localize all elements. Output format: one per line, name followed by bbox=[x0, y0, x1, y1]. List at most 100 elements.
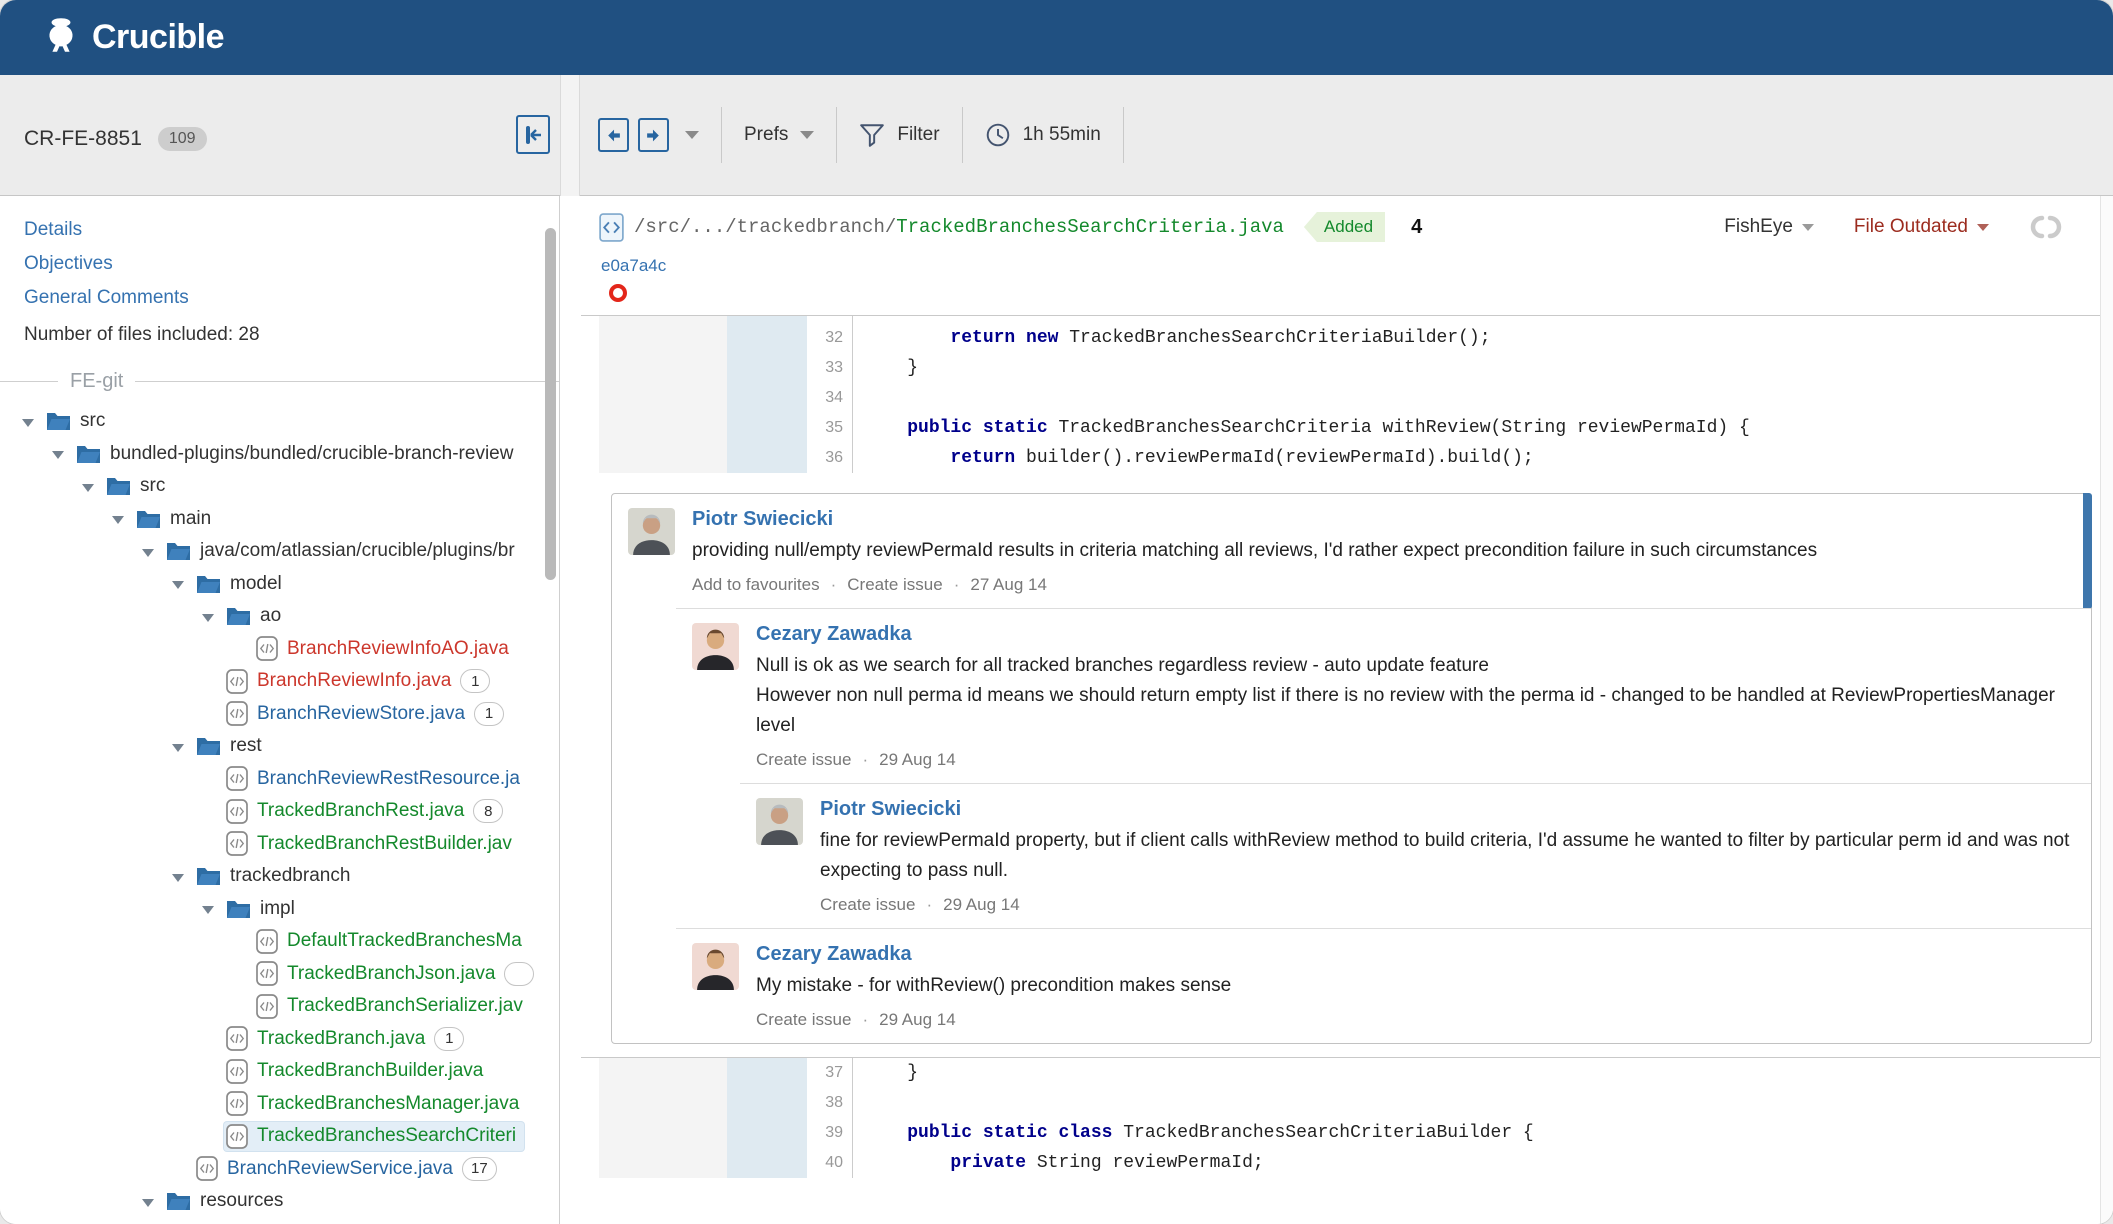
tree-file-item[interactable]: TrackedBranchJson.java bbox=[0, 958, 559, 991]
prefs-dropdown[interactable]: Prefs bbox=[744, 124, 815, 146]
file-path-prefix: /src/.../trackedbranch/ bbox=[634, 216, 897, 238]
code-text: } bbox=[864, 1063, 919, 1083]
tree-file-item[interactable]: TrackedBranchRest.java 8 bbox=[0, 795, 559, 828]
tree-folder-item[interactable] bbox=[0, 1218, 559, 1224]
tree-folder-item[interactable]: main bbox=[0, 503, 559, 536]
tree-file-item[interactable]: DefaultTrackedBranchesMa bbox=[0, 925, 559, 958]
tree-folder-item[interactable]: src bbox=[0, 405, 559, 438]
line-number: 33 bbox=[807, 353, 853, 383]
code-line[interactable]: 32 return new TrackedBranchesSearchCrite… bbox=[581, 323, 2100, 353]
folder-icon bbox=[77, 445, 100, 463]
user-avatar[interactable] bbox=[756, 798, 803, 845]
comment-footer: Add to favourites · Create issue · 27 Aug 14 bbox=[692, 575, 1047, 595]
prev-diff-button[interactable] bbox=[598, 118, 629, 152]
changeset-link[interactable]: e0a7a4c bbox=[601, 256, 666, 275]
comment-author-link[interactable]: Piotr Swiecicki bbox=[692, 508, 833, 531]
tree-expand-caret[interactable] bbox=[142, 1196, 164, 1207]
code-line[interactable]: 35 public static TrackedBranchesSearchCr… bbox=[581, 413, 2100, 443]
folder-icon bbox=[107, 478, 130, 496]
tree-file-item[interactable]: TrackedBranchesManager.java bbox=[0, 1088, 559, 1121]
tree-folder-item[interactable]: impl bbox=[0, 893, 559, 926]
comment-author-link[interactable]: Cezary Zawadka bbox=[756, 623, 912, 646]
tree-file-item[interactable]: TrackedBranch.java 1 bbox=[0, 1023, 559, 1056]
avatar bbox=[628, 508, 675, 555]
comment-count-badge: 17 bbox=[462, 1156, 497, 1181]
file-path[interactable]: /src/.../trackedbranch/ TrackedBranchesS… bbox=[634, 216, 1284, 238]
tree-file-item[interactable]: BranchReviewInfo.java 1 bbox=[0, 665, 559, 698]
tree-file-item[interactable]: BranchReviewService.java 17 bbox=[0, 1153, 559, 1186]
changeset-marker-icon bbox=[609, 284, 627, 302]
code-gutter-margin bbox=[581, 1148, 599, 1178]
code-file-icon bbox=[226, 831, 248, 857]
tree-file-item[interactable]: BranchReviewRestResource.ja bbox=[0, 763, 559, 796]
tree-file-item[interactable]: TrackedBranchRestBuilder.jav bbox=[0, 828, 559, 861]
filter-button[interactable]: Filter bbox=[859, 123, 940, 147]
sidebar-scrollbar[interactable] bbox=[545, 228, 556, 580]
tree-file-item[interactable]: TrackedBranchSerializer.jav bbox=[0, 990, 559, 1023]
file-outdated-dropdown[interactable]: File Outdated bbox=[1854, 216, 1989, 238]
user-avatar[interactable] bbox=[692, 623, 739, 670]
comment-author-link[interactable]: Piotr Swiecicki bbox=[820, 798, 961, 821]
tree-folder-item[interactable]: bundled-plugins/bundled/crucible-branch-… bbox=[0, 438, 559, 471]
tree-folder-item[interactable]: trackedbranch bbox=[0, 860, 559, 893]
tree-expand-caret[interactable] bbox=[172, 578, 194, 589]
code-line[interactable]: 34 bbox=[581, 383, 2100, 413]
unlink-icon[interactable] bbox=[2029, 215, 2063, 239]
comment-footer: Create issue · 29 Aug 14 bbox=[756, 750, 956, 770]
time-spent-button[interactable]: 1h 55min bbox=[985, 122, 1101, 148]
toolbar-divider bbox=[836, 107, 838, 163]
tree-folder-item[interactable]: src bbox=[0, 470, 559, 503]
tree-expand-caret[interactable] bbox=[202, 903, 224, 914]
main-toolbar: Prefs Filter 1h 55min bbox=[598, 75, 1146, 195]
tree-item-label: TrackedBranch.java bbox=[257, 1027, 426, 1049]
user-avatar[interactable] bbox=[692, 943, 739, 990]
tree-folder-item[interactable]: resources bbox=[0, 1185, 559, 1218]
code-line[interactable]: 33 } bbox=[581, 353, 2100, 383]
tree-expand-caret[interactable] bbox=[142, 546, 164, 557]
tree-file-item[interactable]: TrackedBranchBuilder.java bbox=[0, 1055, 559, 1088]
comment-action-add-to-favourites[interactable]: Add to favourites bbox=[692, 575, 820, 595]
tree-expand-caret[interactable] bbox=[52, 448, 74, 459]
tree-file-item[interactable]: TrackedBranchesSearchCriteri bbox=[0, 1120, 559, 1153]
diff-nav-dropdown-caret[interactable] bbox=[685, 131, 699, 139]
sidebar-link-general-comments[interactable]: General Comments bbox=[24, 287, 559, 308]
sub-header: CR-FE-8851 109 Prefs Filter 1h 55min bbox=[0, 75, 2113, 196]
code-line[interactable]: public static TrackedBranchesSearchCrite… bbox=[581, 316, 2100, 323]
comment-author-link[interactable]: Cezary Zawadka bbox=[756, 943, 912, 966]
code-line[interactable]: 40 private String reviewPermaId; bbox=[581, 1148, 2100, 1178]
code-line[interactable]: 38 bbox=[581, 1088, 2100, 1118]
tree-expand-caret[interactable] bbox=[82, 481, 104, 492]
tree-folder-item[interactable]: model bbox=[0, 568, 559, 601]
brand-name: Crucible bbox=[92, 18, 225, 56]
comment-action-create-issue[interactable]: Create issue bbox=[820, 895, 915, 915]
sidebar-link-details[interactable]: Details bbox=[24, 219, 559, 240]
chevron-down-icon bbox=[800, 131, 815, 139]
code-line[interactable]: 37 } bbox=[581, 1058, 2100, 1088]
next-diff-button[interactable] bbox=[638, 118, 669, 152]
code-gutter-blue bbox=[727, 413, 807, 443]
code-line[interactable]: 36 return builder().reviewPermaId(review… bbox=[581, 443, 2100, 473]
comment-action-create-issue[interactable]: Create issue bbox=[756, 750, 851, 770]
collapse-sidebar-button[interactable] bbox=[516, 115, 550, 154]
main-scrollbar[interactable] bbox=[2100, 196, 2113, 1224]
comment-action-create-issue[interactable]: Create issue bbox=[847, 575, 942, 595]
sidebar-link-objectives[interactable]: Objectives bbox=[24, 253, 559, 274]
code-file-icon bbox=[256, 993, 278, 1019]
tree-folder-item[interactable]: ao bbox=[0, 600, 559, 633]
tree-folder-item[interactable]: java/com/atlassian/crucible/plugins/br bbox=[0, 535, 559, 568]
tree-item-label: model bbox=[230, 572, 282, 594]
comment-timestamp: 29 Aug 14 bbox=[879, 750, 956, 769]
tree-folder-item[interactable]: rest bbox=[0, 730, 559, 763]
tree-file-item[interactable]: BranchReviewStore.java 1 bbox=[0, 698, 559, 731]
user-avatar[interactable] bbox=[628, 508, 675, 555]
comment-action-create-issue[interactable]: Create issue bbox=[756, 1010, 851, 1030]
tree-file-item[interactable]: BranchReviewInfoAO.java bbox=[0, 633, 559, 666]
tree-expand-caret[interactable] bbox=[22, 416, 44, 427]
tree-expand-caret[interactable] bbox=[112, 513, 134, 524]
folder-icon bbox=[167, 1193, 190, 1211]
tree-expand-caret[interactable] bbox=[172, 741, 194, 752]
tree-expand-caret[interactable] bbox=[172, 871, 194, 882]
code-line[interactable]: 39 public static class TrackedBranchesSe… bbox=[581, 1118, 2100, 1148]
fisheye-dropdown[interactable]: FishEye bbox=[1724, 216, 1814, 238]
tree-expand-caret[interactable] bbox=[202, 611, 224, 622]
